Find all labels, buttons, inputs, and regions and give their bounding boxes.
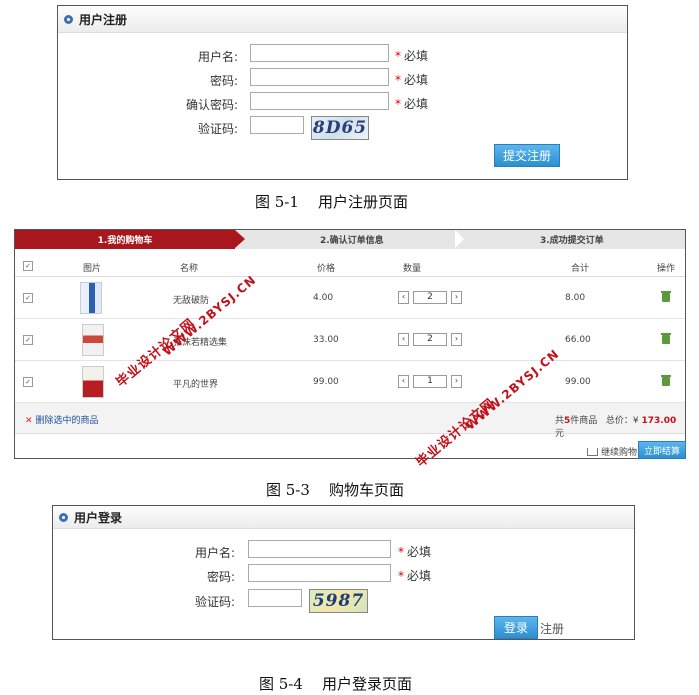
figure-caption-5-3: 图 5-3 购物车页面 [266,481,404,499]
step-my-cart: 1.我的购物车 [15,230,235,249]
product-name[interactable]: 平凡的世界 [173,377,218,390]
delete-x-icon: ✕ [25,416,33,426]
username-required: * 必填 [395,49,429,63]
step-separator [455,230,464,248]
cart-footer: ✕ 删除选中的商品 共5件商品 总价：¥ 173.00 元 [15,403,685,439]
login-panel-header: 用户登录 [53,506,634,529]
login-captcha-input[interactable] [248,589,302,607]
step-confirm-order: 2.确认订单信息 [320,236,384,246]
quantity-stepper[interactable]: ‹ 2 › [398,291,462,304]
captcha-label: 验证码: [197,122,238,136]
row-checkbox[interactable]: ✓ [23,293,33,303]
register-link[interactable]: 注册 [540,620,564,637]
password-required: * 必填 [395,73,429,87]
delete-selected-link[interactable]: ✕ 删除选中的商品 [25,413,99,426]
quantity-stepper[interactable]: ‹ 2 › [398,333,462,346]
login-username-required: * 必填 [398,545,432,559]
product-price: 33.00 [313,335,339,345]
login-panel: 用户登录 用户名: * 必填 密码: * 必填 验证码: 5987 登录 注册 [52,505,635,640]
login-captcha-label: 验证码: [194,595,235,609]
login-password-label: 密码: [206,570,235,584]
checkout-button[interactable]: 立即结算 [638,441,686,459]
product-thumbnail[interactable] [82,366,104,398]
figure-caption-5-4: 图 5-4 用户登录页面 [259,675,412,693]
cart-panel: 1.我的购物车 2.确认订单信息 3.成功提交订单 ✓ 图片 名称 价格 数量 … [14,229,686,471]
confirm-password-input[interactable] [250,92,389,110]
confirm-required: * 必填 [395,97,429,111]
header-total: 合计 [571,264,590,274]
login-captcha-image[interactable]: 5987 [309,589,368,613]
product-name[interactable]: 无敌破防 [173,293,209,306]
decrease-button[interactable]: ‹ [398,291,409,304]
cart-icon [587,448,598,456]
row-total: 8.00 [565,293,586,303]
row-total: 66.00 [565,335,591,345]
login-button[interactable]: 登录 [494,616,538,639]
figure-caption-5-1: 图 5-1 用户注册页面 [255,193,408,211]
product-thumbnail[interactable] [80,282,102,314]
header-image: 图片 [83,264,102,274]
password-input[interactable] [250,68,389,86]
header-qty: 数量 [403,264,422,274]
header-action: 操作 [657,264,676,274]
login-username-input[interactable] [248,540,391,558]
register-panel: 用户注册 用户名: * 必填 密码: * 必填 确认密码: * 必填 验证码: 8D6… [57,5,628,180]
captcha-image[interactable]: 8D65 [311,116,369,140]
step-arrow [235,230,245,248]
header-price: 价格 [317,264,336,274]
username-input[interactable] [250,44,389,62]
quantity-stepper[interactable]: ‹ 1 › [398,375,462,388]
decrease-button[interactable]: ‹ [398,333,409,346]
decrease-button[interactable]: ‹ [398,375,409,388]
cart-row: ✓ 无敌破防 4.00 ‹ 2 › 8.00 [15,277,685,319]
quantity-value[interactable]: 2 [413,333,447,346]
increase-button[interactable]: › [451,333,462,346]
step-order-submitted: 3.成功提交订单 [540,236,604,246]
delete-icon[interactable] [661,291,671,302]
select-all-checkbox[interactable]: ✓ [23,261,33,271]
product-price: 99.00 [313,377,339,387]
row-checkbox[interactable]: ✓ [23,335,33,345]
continue-shopping-link[interactable]: 继续购物 [587,445,637,458]
cart-table-header: ✓ 图片 名称 价格 数量 合计 操作 [15,254,685,277]
delete-icon[interactable] [661,375,671,386]
increase-button[interactable]: › [451,375,462,388]
product-thumbnail[interactable] [82,324,104,356]
login-password-required: * 必填 [398,569,432,583]
increase-button[interactable]: › [451,291,462,304]
captcha-input[interactable] [250,116,304,134]
delete-icon[interactable] [661,333,671,344]
register-panel-header: 用户注册 [58,6,627,33]
cart-row: ✓ 张沫若精选集 33.00 ‹ 2 › 66.00 [15,319,685,361]
login-username-label: 用户名: [194,546,235,560]
confirm-password-label: 确认密码: [185,98,238,112]
product-price: 4.00 [313,293,334,303]
row-total: 99.00 [565,377,591,387]
header-name: 名称 [180,264,199,274]
bullet-icon [59,512,68,522]
cart-summary: 共5件商品 总价：¥ 173.00 元 [555,416,677,439]
submit-register-button[interactable]: 提交注册 [494,144,560,167]
quantity-value[interactable]: 2 [413,291,447,304]
login-password-input[interactable] [248,564,391,582]
row-checkbox[interactable]: ✓ [23,377,33,387]
quantity-value[interactable]: 1 [413,375,447,388]
username-label: 用户名: [197,50,238,64]
password-label: 密码: [209,74,238,88]
bullet-icon [64,14,73,24]
checkout-steps: 1.我的购物车 2.确认订单信息 3.成功提交订单 [15,230,685,249]
register-title: 用户注册 [79,12,128,27]
login-title: 用户登录 [74,510,123,525]
